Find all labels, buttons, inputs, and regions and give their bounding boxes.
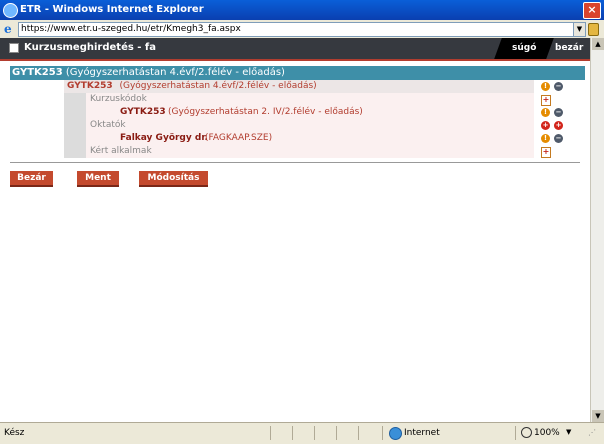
- tree-indent: [64, 106, 86, 119]
- linked-course-code: GYTK253: [120, 107, 166, 117]
- add-course-code-icon[interactable]: +: [541, 95, 551, 106]
- status-bar: Kész Internet 100% ▼ ⋰: [0, 422, 604, 444]
- modify-button[interactable]: Módosítás: [139, 171, 208, 187]
- course-code: GYTK253: [12, 67, 63, 78]
- info-icon[interactable]: !: [541, 108, 550, 117]
- save-button[interactable]: Ment: [77, 171, 119, 187]
- zoom-icon[interactable]: [521, 427, 532, 438]
- tree-indent: [64, 119, 86, 132]
- status-divider: [358, 426, 359, 440]
- info-icon[interactable]: !: [541, 82, 550, 91]
- lock-icon[interactable]: [588, 23, 599, 36]
- url-field[interactable]: https://www.etr.u-szeged.hu/etr/Kmegh3_f…: [18, 22, 574, 37]
- window-titlebar: ETR - Windows Internet Explorer ×: [0, 0, 604, 20]
- course-title-bar: GYTK253 (Gyógyszerhatástan 4.évf/2.félév…: [10, 66, 585, 80]
- resize-grip-icon[interactable]: ⋰: [588, 428, 596, 437]
- tree-root-row[interactable]: GYTK253 (Gyógyszerhatástan 4.évf/2.félév…: [64, 80, 534, 93]
- vertical-scrollbar[interactable]: ▲ ▼: [590, 38, 604, 422]
- zoom-dropdown-icon[interactable]: ▼: [566, 428, 571, 436]
- zoom-level[interactable]: 100%: [534, 428, 560, 438]
- address-bar: e https://www.etr.u-szeged.hu/etr/Kmegh3…: [0, 20, 604, 39]
- app-header: Kurzusmeghirdetés - fa súgó bezár: [0, 38, 590, 61]
- ie-page-icon: e: [4, 22, 12, 36]
- help-link[interactable]: súgó: [512, 43, 536, 53]
- remove-icon[interactable]: −: [554, 134, 563, 143]
- status-divider: [515, 426, 516, 440]
- tree-indent: [64, 145, 86, 158]
- instructors-label: Oktatók: [90, 120, 126, 130]
- scroll-down-icon[interactable]: ▼: [592, 410, 604, 422]
- course-tree: GYTK253 (Gyógyszerhatástan 4.évf/2.félév…: [64, 80, 563, 160]
- url-dropdown-button[interactable]: ▼: [573, 22, 586, 37]
- linked-course-name: (Gyógyszerhatástan 2. IV/2.félév - előad…: [168, 107, 363, 117]
- close-button[interactable]: Bezár: [10, 171, 53, 187]
- security-zone: Internet: [404, 428, 440, 438]
- tree-row-linked-course[interactable]: GYTK253 (Gyógyszerhatástan 2. IV/2.félév…: [64, 106, 534, 119]
- status-divider: [270, 426, 271, 440]
- tree-indent: [64, 93, 86, 106]
- instructor-code: (FAGKAAP.SZE): [205, 133, 273, 143]
- collapse-icon[interactable]: −: [554, 82, 563, 91]
- tree-row-instructors: Oktatók: [64, 119, 534, 132]
- status-text: Kész: [4, 428, 25, 438]
- requested-times-label: Kért alkalmak: [90, 146, 152, 156]
- add-instructor-alt-icon[interactable]: +: [554, 121, 563, 130]
- course-codes-label: Kurzuskódok: [90, 94, 147, 104]
- divider: [10, 162, 580, 163]
- page-title: Kurzusmeghirdetés - fa: [24, 42, 157, 53]
- status-divider: [382, 426, 383, 440]
- internet-zone-icon: [389, 427, 402, 440]
- tree-course-name: (Gyógyszerhatástan 4.évf/2.félév - előad…: [119, 81, 317, 91]
- tree-course-code: GYTK253: [67, 81, 113, 91]
- tree-row-course-codes: Kurzuskódok: [64, 93, 534, 106]
- header-checkbox-icon: [9, 43, 19, 53]
- status-divider: [292, 426, 293, 440]
- ie-logo-icon: [3, 3, 18, 18]
- window-title: ETR - Windows Internet Explorer: [20, 4, 204, 15]
- page-content: Kurzusmeghirdetés - fa súgó bezár GYTK25…: [0, 38, 590, 422]
- window-close-button[interactable]: ×: [583, 2, 601, 19]
- add-requested-time-icon[interactable]: +: [541, 147, 551, 158]
- remove-icon[interactable]: −: [554, 108, 563, 117]
- course-name: (Gyógyszerhatástan 4.évf/2.félév - előad…: [65, 67, 285, 78]
- tree-row-requested-times: Kért alkalmak: [64, 145, 534, 158]
- tree-indent: [64, 132, 86, 145]
- status-divider: [314, 426, 315, 440]
- add-instructor-icon[interactable]: +: [541, 121, 550, 130]
- scroll-up-icon[interactable]: ▲: [592, 38, 604, 50]
- status-divider: [336, 426, 337, 440]
- tree-row-instructor[interactable]: Falkay György dr. (FAGKAAP.SZE): [64, 132, 534, 145]
- info-icon[interactable]: !: [541, 134, 550, 143]
- close-link[interactable]: bezár: [555, 43, 583, 53]
- instructor-name: Falkay György dr.: [120, 133, 208, 143]
